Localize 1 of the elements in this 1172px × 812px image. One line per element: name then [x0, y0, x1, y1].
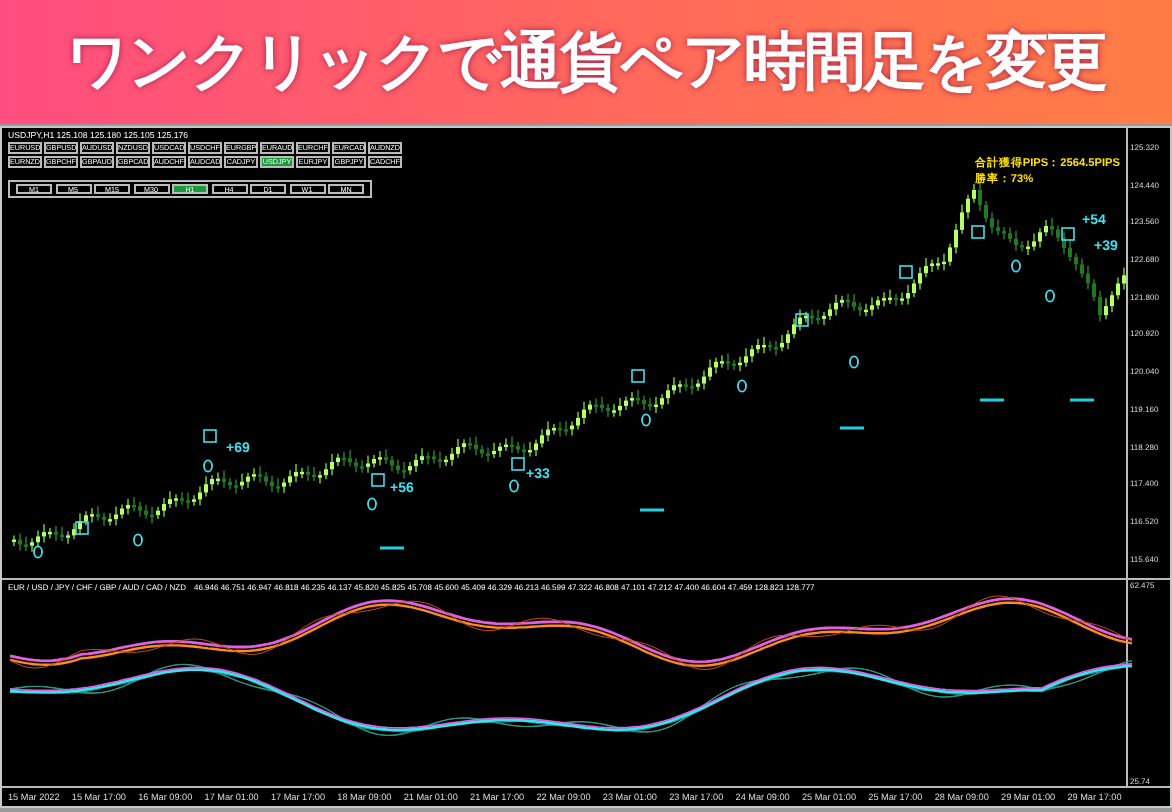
banner-title: ワンクリックで通貨ペア時間足を変更	[66, 24, 1106, 102]
